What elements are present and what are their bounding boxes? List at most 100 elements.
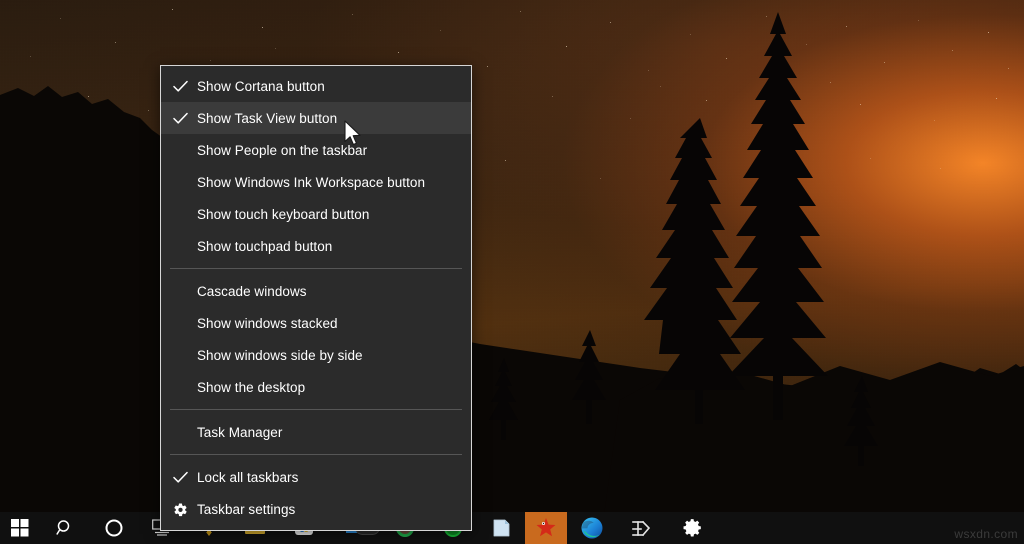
star	[30, 56, 31, 57]
menu-item-label: Cascade windows	[197, 283, 307, 299]
menu-item-label: Show the desktop	[197, 379, 306, 395]
cortana-button[interactable]	[90, 512, 138, 544]
menu-item-show-cortana-button[interactable]: Show Cortana button	[161, 70, 471, 102]
star	[45, 128, 46, 129]
desktop-screen: 99+	[0, 0, 1024, 544]
star	[262, 27, 263, 28]
star	[148, 110, 149, 111]
check-icon	[172, 471, 188, 483]
star	[630, 118, 631, 119]
star	[860, 104, 861, 105]
star	[505, 160, 506, 161]
star	[934, 120, 935, 121]
check-icon	[172, 112, 188, 124]
menu-item-task-manager[interactable]: Task Manager	[161, 416, 471, 448]
star	[566, 46, 567, 47]
document-icon	[493, 519, 510, 537]
edge-icon	[581, 517, 603, 539]
menu-item-cascade-windows[interactable]: Cascade windows	[161, 275, 471, 307]
star	[846, 26, 847, 27]
star	[648, 70, 649, 71]
cad-app[interactable]	[617, 512, 667, 544]
menu-item-label: Show windows side by side	[197, 347, 363, 363]
menu-item-icon	[163, 112, 197, 125]
star	[210, 60, 211, 61]
star	[940, 168, 941, 169]
star	[1008, 68, 1009, 69]
taskbar[interactable]: 99+	[0, 512, 1024, 544]
menu-item-label: Show Cortana button	[197, 78, 325, 94]
start-button[interactable]	[0, 512, 40, 544]
star	[487, 66, 488, 67]
menu-item-show-touchpad-button[interactable]: Show touchpad button	[161, 230, 471, 262]
star	[726, 58, 727, 59]
taskbar-context-menu[interactable]: Show Cortana button Show Task View button…	[160, 65, 472, 531]
star	[398, 52, 399, 53]
menu-separator	[170, 409, 462, 410]
star	[172, 9, 173, 10]
star	[884, 62, 885, 63]
notepad-app[interactable]	[477, 512, 525, 544]
star	[60, 18, 61, 19]
star	[352, 14, 353, 15]
menu-item-label: Show Task View button	[197, 110, 338, 126]
menu-item-show-the-desktop[interactable]: Show the desktop	[161, 371, 471, 403]
star	[788, 128, 789, 129]
menu-item-taskbar-settings[interactable]: Taskbar settings	[161, 493, 471, 525]
star	[552, 96, 553, 97]
star	[870, 158, 871, 159]
watermark: wsxdn.com	[954, 527, 1018, 541]
menu-item-label: Show Windows Ink Workspace button	[197, 174, 426, 190]
star	[918, 20, 919, 21]
menu-separator	[170, 454, 462, 455]
check-icon	[172, 80, 188, 92]
star	[440, 30, 441, 31]
edge-browser[interactable]	[567, 512, 617, 544]
wallpaper-stars	[0, 0, 1024, 544]
star-app[interactable]	[525, 512, 567, 544]
cad-icon	[632, 520, 651, 537]
gear-icon	[683, 519, 701, 537]
menu-item-label: Task Manager	[197, 424, 283, 440]
star	[660, 86, 661, 87]
menu-item-show-people-on-the-taskbar[interactable]: Show People on the taskbar	[161, 134, 471, 166]
star	[806, 44, 807, 45]
menu-item-icon	[163, 502, 197, 517]
star	[600, 178, 601, 179]
menu-item-label: Show touchpad button	[197, 238, 333, 254]
menu-item-label: Show touch keyboard button	[197, 206, 370, 222]
menu-item-show-windows-side-by-side[interactable]: Show windows side by side	[161, 339, 471, 371]
search-icon	[56, 520, 70, 535]
star	[115, 42, 116, 43]
gear-icon	[173, 503, 187, 516]
menu-item-show-touch-keyboard-button[interactable]: Show touch keyboard button	[161, 198, 471, 230]
star	[766, 16, 767, 17]
menu-item-show-windows-stacked[interactable]: Show windows stacked	[161, 307, 471, 339]
star	[520, 11, 521, 12]
star	[952, 50, 953, 51]
star	[610, 22, 611, 23]
cortana-circle-icon	[105, 519, 123, 537]
star	[88, 96, 89, 97]
menu-item-label: Taskbar settings	[197, 501, 296, 517]
settings-app[interactable]	[667, 512, 719, 544]
star	[130, 160, 131, 161]
menu-item-show-task-view-button[interactable]: Show Task View button	[161, 102, 471, 134]
star	[830, 82, 831, 83]
menu-item-lock-all-taskbars[interactable]: Lock all taskbars	[161, 461, 471, 493]
menu-item-icon	[163, 471, 197, 484]
menu-item-show-windows-ink-workspace-button[interactable]: Show Windows Ink Workspace button	[161, 166, 471, 198]
star	[690, 34, 691, 35]
star	[700, 150, 701, 151]
menu-separator	[170, 268, 462, 269]
windows-logo-icon	[11, 519, 29, 537]
menu-item-label: Lock all taskbars	[197, 469, 299, 485]
red-star-icon	[536, 518, 556, 537]
star	[996, 98, 997, 99]
star	[988, 32, 989, 33]
star	[706, 100, 707, 101]
star	[275, 48, 276, 49]
menu-item-label: Show windows stacked	[197, 315, 338, 331]
menu-item-icon	[163, 80, 197, 93]
search-button[interactable]	[40, 512, 90, 544]
